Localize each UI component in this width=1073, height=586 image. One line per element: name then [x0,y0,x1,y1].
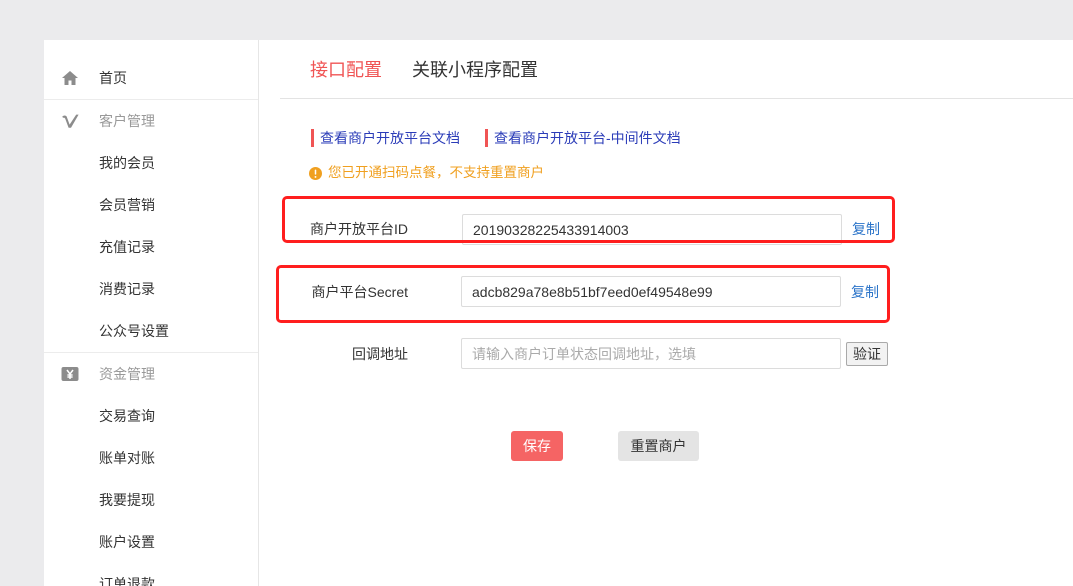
merchant-secret-label: 商户平台Secret [311,284,408,300]
merchant-secret-input[interactable] [461,276,841,307]
tab-mini-program-config[interactable]: 关联小程序配置 [412,58,538,82]
doc-link-label: 查看商户开放平台文档 [320,130,460,146]
sidebar-group-customer-management: 客户管理 [44,100,258,142]
sidebar-item-order-refund[interactable]: 订单退款 [44,563,258,586]
sidebar-item-official-account-settings[interactable]: 公众号设置 [44,310,258,352]
sidebar-item-withdraw[interactable]: 我要提现 [44,479,258,521]
sidebar-group-title: 资金管理 [99,366,155,382]
sidebar-item-consumption-records[interactable]: 消费记录 [44,268,258,310]
sidebar-item-my-members[interactable]: 我的会员 [44,142,258,184]
sidebar-item-label: 会员营销 [99,197,155,213]
merchant-id-input[interactable] [462,214,842,245]
sidebar-item-label: 我的会员 [99,155,155,171]
sidebar-group-fund-management: 资金管理 [44,353,258,395]
sidebar-item-label: 我要提现 [99,492,155,508]
tab-bar-divider [280,98,1073,99]
sidebar-item-recharge-records[interactable]: 充值记录 [44,226,258,268]
doc-link-label: 查看商户开放平台-中间件文档 [494,130,681,146]
verify-button[interactable]: 验证 [846,342,888,366]
main-panel: 接口配置 关联小程序配置 查看商户开放平台文档 查看商户开放平台-中间件文档 您… [259,40,1073,586]
link-marker-bar [485,129,488,147]
home-icon [61,69,79,87]
copy-secret-button[interactable]: 复制 [851,282,879,302]
notice-text: 您已开通扫码点餐，不支持重置商户 [328,165,544,180]
sidebar-item-label: 账单对账 [99,450,155,466]
merchant-id-label: 商户开放平台ID [310,221,408,237]
sidebar-item-label: 公众号设置 [99,323,169,339]
warning-circle-icon [309,166,322,180]
sidebar-item-label: 订单退款 [99,576,155,586]
save-button[interactable]: 保存 [511,431,563,461]
copy-merchant-id-button[interactable]: 复制 [852,219,880,239]
sidebar-item-home[interactable]: 首页 [44,57,258,99]
sidebar-item-label: 充值记录 [99,239,155,255]
sidebar-item-label: 首页 [99,70,127,86]
link-marker-bar [311,129,314,147]
reset-merchant-button[interactable]: 重置商户 [618,431,699,461]
sidebar-item-label: 消费记录 [99,281,155,297]
sidebar-item-label: 交易查询 [99,408,155,424]
sidebar-item-account-settings[interactable]: 账户设置 [44,521,258,563]
vimeo-icon [61,112,79,130]
yen-wallet-icon [61,365,79,383]
sidebar-item-transaction-query[interactable]: 交易查询 [44,395,258,437]
sidebar-group-title: 客户管理 [99,113,155,129]
tab-interface-config[interactable]: 接口配置 [310,58,382,82]
callback-url-input[interactable] [461,338,841,369]
callback-url-label: 回调地址 [352,346,408,362]
sidebar-item-bill-reconciliation[interactable]: 账单对账 [44,437,258,479]
sidebar: 首页 客户管理 我的会员 会员营销 充值记录 消费记录 公众号设置 资金管理 交… [44,40,259,586]
sidebar-item-member-marketing[interactable]: 会员营销 [44,184,258,226]
sidebar-item-label: 账户设置 [99,534,155,550]
